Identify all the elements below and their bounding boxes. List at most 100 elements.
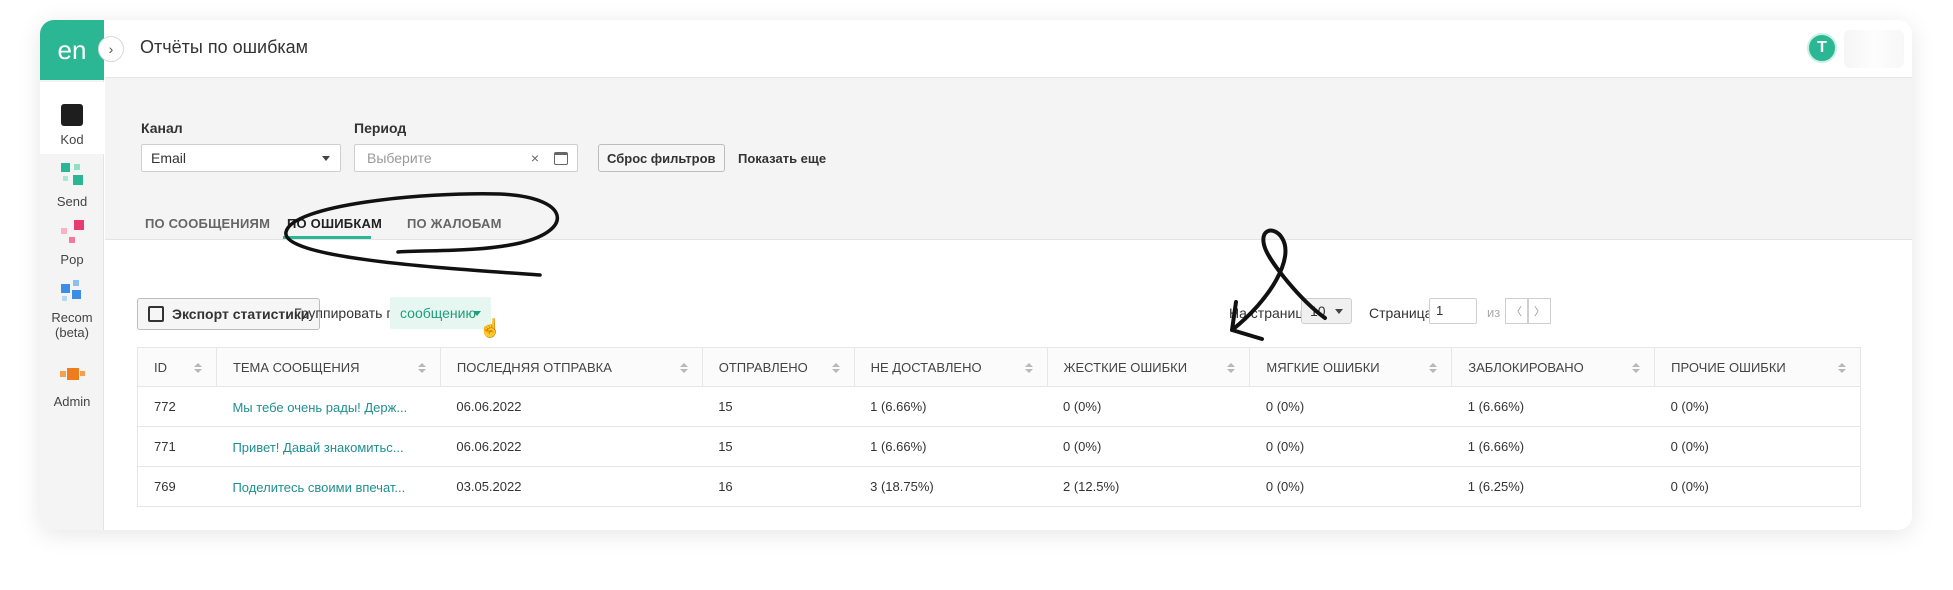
chevron-down-icon: [322, 156, 330, 161]
sort-icon[interactable]: [831, 363, 840, 374]
sort-icon[interactable]: [1227, 363, 1236, 374]
column-header-hard-errors[interactable]: ЖЕСТКИЕ ОШИБКИ: [1046, 347, 1251, 387]
prev-page-button[interactable]: 〈: [1505, 298, 1528, 324]
channel-value: Email: [151, 150, 187, 166]
sort-icon[interactable]: [1838, 363, 1846, 374]
sidebar-item-label: Admin: [53, 394, 91, 409]
sort-icon[interactable]: [1429, 363, 1438, 374]
cell-sent: 15: [702, 426, 855, 467]
kod-icon: [61, 104, 83, 126]
cell-other-errors: 0 (0%): [1654, 426, 1861, 467]
sort-icon[interactable]: [417, 363, 426, 374]
chevron-right-icon: ›: [108, 41, 114, 57]
logo[interactable]: en: [40, 20, 104, 80]
group-by-value: сообщению: [400, 305, 476, 321]
cell-id: 769: [137, 466, 217, 507]
sidebar-toggle-button[interactable]: ›: [98, 36, 124, 62]
cell-last-sent: 03.05.2022: [440, 466, 703, 507]
show-more-button[interactable]: Показать еще: [738, 151, 826, 166]
per-page-select[interactable]: 10: [1301, 298, 1352, 324]
column-header-blocked[interactable]: ЗАБЛОКИРОВАНО: [1451, 347, 1656, 387]
reset-filters-button[interactable]: Сброс фильтров: [598, 144, 725, 172]
export-stats-button[interactable]: Экспорт статистики: [137, 298, 321, 330]
main-area: › Отчёты по ошибкам T Канал Email Период…: [98, 20, 1912, 530]
cell-not-delivered: 3 (18.75%): [854, 466, 1047, 507]
group-by-label: Группировать по: [294, 305, 402, 321]
table-row: 769 Поделитесь своими впечат... 03.05.20…: [137, 466, 1861, 507]
cell-id: 772: [137, 386, 217, 427]
cell-subject-link[interactable]: Мы тебе очень рады! Держ...: [216, 386, 441, 427]
user-menu[interactable]: [1844, 30, 1904, 68]
per-page-value: 10: [1310, 303, 1326, 319]
cell-blocked: 1 (6.66%): [1451, 386, 1655, 427]
column-header-sent[interactable]: ОТПРАВЛЕНО: [701, 347, 855, 387]
sidebar-item-label: Kod: [60, 132, 84, 147]
cell-other-errors: 0 (0%): [1654, 466, 1861, 507]
page-number-input[interactable]: 1: [1429, 298, 1477, 324]
cell-id: 771: [137, 426, 217, 467]
sidebar-item-label: Recom (beta): [51, 310, 93, 340]
cell-subject-link[interactable]: Поделитесь своими впечат...: [216, 466, 441, 507]
cell-hard-errors: 0 (0%): [1047, 426, 1250, 467]
sidebar-item-admin[interactable]: Admin: [40, 356, 104, 426]
cell-hard-errors: 2 (12.5%): [1047, 466, 1250, 507]
channel-label: Канал: [141, 120, 183, 136]
cell-sent: 16: [702, 466, 855, 507]
pop-icon: [59, 220, 85, 246]
column-header-subject[interactable]: ТЕМА СООБЩЕНИЯ: [215, 347, 441, 387]
admin-icon: [59, 362, 85, 388]
tab-by-errors[interactable]: ПО ОШИБКАМ: [287, 216, 382, 231]
table-row: 772 Мы тебе очень рады! Держ... 06.06.20…: [137, 386, 1861, 427]
cell-soft-errors: 0 (0%): [1249, 466, 1452, 507]
table-header-row: ID ТЕМА СООБЩЕНИЯ ПОСЛЕДНЯЯ ОТПРАВКА ОТП…: [137, 347, 1861, 387]
clear-icon[interactable]: ×: [531, 150, 539, 166]
tab-by-messages[interactable]: ПО СООБЩЕНИЯМ: [145, 216, 270, 231]
period-label: Период: [354, 120, 407, 136]
cell-subject-link[interactable]: Привет! Давай знакомитьс...: [216, 426, 441, 467]
cell-last-sent: 06.06.2022: [440, 426, 703, 467]
sidebar-item-label: Send: [56, 194, 88, 209]
cell-soft-errors: 0 (0%): [1249, 386, 1452, 427]
table-row: 771 Привет! Давай знакомитьс... 06.06.20…: [137, 426, 1861, 467]
tab-by-complaints[interactable]: ПО ЖАЛОБАМ: [407, 216, 502, 231]
group-by-select[interactable]: сообщению: [390, 297, 491, 329]
column-header-not-delivered[interactable]: НЕ ДОСТАВЛЕНО: [853, 347, 1048, 387]
column-header-last-sent[interactable]: ПОСЛЕДНЯЯ ОТПРАВКА: [439, 347, 703, 387]
errors-table: ID ТЕМА СООБЩЕНИЯ ПОСЛЕДНЯЯ ОТПРАВКА ОТП…: [137, 347, 1861, 507]
sidebar-item-kod[interactable]: Kod: [40, 82, 104, 154]
sidebar-item-label: Pop: [60, 252, 84, 267]
column-header-other-errors[interactable]: ПРОЧИЕ ОШИБКИ: [1654, 347, 1861, 387]
column-header-id[interactable]: ID: [137, 347, 217, 387]
cell-sent: 15: [702, 386, 855, 427]
chevron-right-icon: 〉: [1534, 306, 1545, 318]
page-title: Отчёты по ошибкам: [140, 37, 309, 57]
cell-blocked: 1 (6.66%): [1451, 426, 1655, 467]
cell-soft-errors: 0 (0%): [1249, 426, 1452, 467]
filters-panel: Канал Email Период Выберите × Сброс филь…: [105, 78, 1912, 240]
sidebar: en Kod Send Pop Recom (beta) Admin: [40, 20, 104, 530]
next-page-button[interactable]: 〉: [1528, 298, 1551, 324]
sort-icon[interactable]: [1632, 363, 1641, 374]
cell-not-delivered: 1 (6.66%): [854, 426, 1047, 467]
cell-last-sent: 06.06.2022: [440, 386, 703, 427]
recom-icon: [59, 278, 85, 304]
calendar-icon[interactable]: [554, 152, 568, 165]
cell-other-errors: 0 (0%): [1654, 386, 1861, 427]
app-window: en Kod Send Pop Recom (beta) Admin › Отч…: [40, 20, 1912, 530]
sort-icon[interactable]: [1024, 363, 1033, 374]
avatar[interactable]: T: [1807, 33, 1837, 63]
channel-select[interactable]: Email: [141, 144, 341, 172]
sort-icon[interactable]: [193, 363, 202, 374]
column-header-soft-errors[interactable]: МЯГКИЕ ОШИБКИ: [1249, 347, 1453, 387]
sort-icon[interactable]: [679, 363, 688, 374]
export-icon: [148, 306, 164, 322]
send-icon: [59, 162, 85, 188]
export-label: Экспорт статистики: [172, 306, 310, 322]
cell-hard-errors: 0 (0%): [1047, 386, 1250, 427]
period-input[interactable]: Выберите ×: [354, 144, 578, 172]
chevron-down-icon: [473, 311, 481, 316]
hand-cursor-icon: ☝: [479, 318, 502, 338]
report-content: Экспорт статистики Группировать по сообщ…: [105, 241, 1912, 530]
sidebar-item-recom[interactable]: Recom (beta): [40, 274, 104, 356]
page-label: Страница: [1369, 305, 1433, 321]
